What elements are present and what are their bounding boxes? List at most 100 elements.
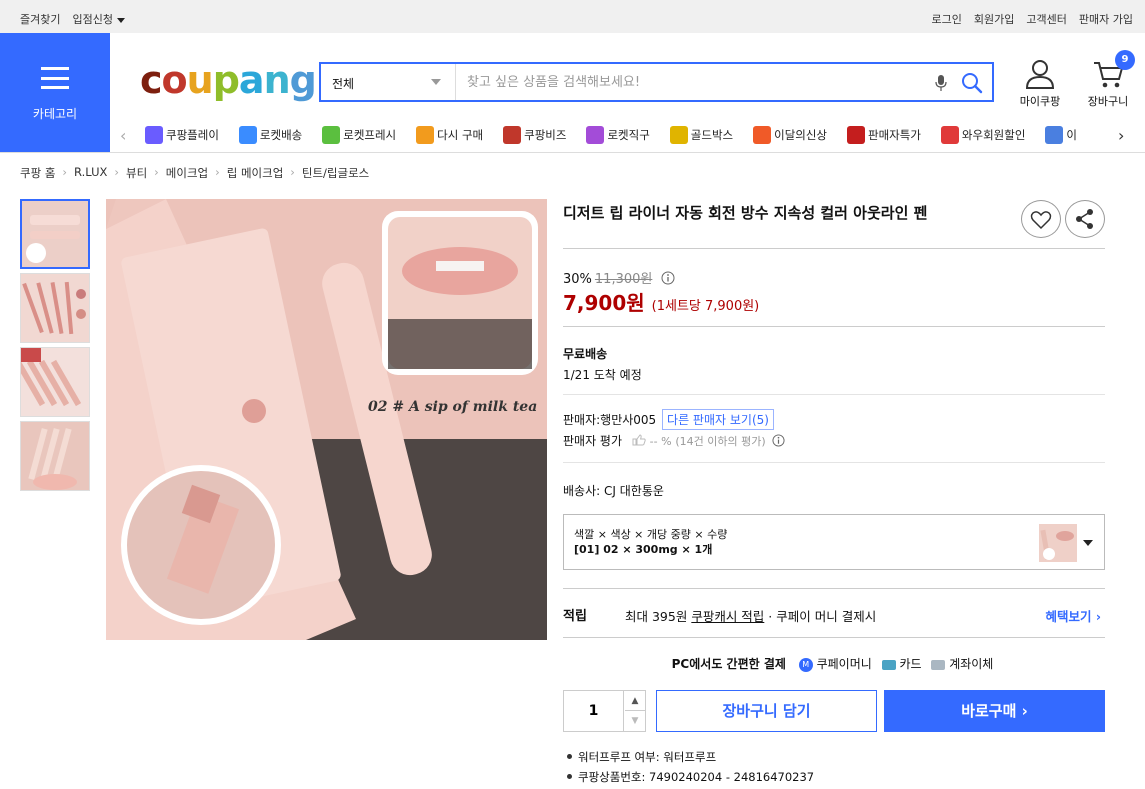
coupang-cash-link[interactable]: 쿠팡캐시 적립 <box>691 609 764 624</box>
divider <box>563 637 1105 638</box>
seller-rating-note: (14건 이하의 평가) <box>675 435 766 448</box>
chevron-down-icon <box>1083 540 1093 546</box>
breadcrumb-item[interactable]: 메이크업 <box>166 165 208 181</box>
breadcrumb-item[interactable]: 틴트/립글로스 <box>302 165 369 181</box>
payment-method: 쿠페이머니 <box>816 657 872 671</box>
option-value: [01] 02 × 300mg × 1개 <box>574 543 713 556</box>
percent-icon <box>847 126 866 144</box>
image-caption: 02 # A sip of milk tea <box>368 399 537 415</box>
customer-center-link[interactable]: 고객센터 <box>1026 11 1066 27</box>
option-select[interactable]: 색깔 × 색상 × 개당 중량 × 수량 [01] 02 × 300mg × 1… <box>563 514 1105 570</box>
info-icon[interactable] <box>661 271 675 285</box>
seller-signup-link[interactable]: 판매자 가입 <box>1079 11 1133 27</box>
top-bar: 즐겨찾기 입점신청 로그인 회원가입 고객센터 판매자 가입 <box>0 0 1145 33</box>
new-bag-icon <box>753 126 772 144</box>
shortcut-item[interactable]: 로켓프레시 <box>322 126 396 144</box>
quantity-stepper: ▲ ▼ <box>563 690 646 732</box>
hamburger-icon <box>41 67 69 89</box>
signup-link[interactable]: 회원가입 <box>974 11 1014 27</box>
shortcut-item[interactable]: 다시 구매 <box>416 126 483 144</box>
chevron-right-icon: › <box>154 165 159 179</box>
wishlist-button[interactable] <box>1021 200 1061 238</box>
shortcut-item[interactable]: 로켓배송 <box>238 126 303 144</box>
benefits-label: 혜택보기 <box>1045 609 1092 624</box>
carrier-name: CJ 대한통운 <box>604 484 664 498</box>
share-button[interactable] <box>1065 200 1105 238</box>
my-coupang-button[interactable]: 마이쿠팡 <box>1016 58 1064 109</box>
option-header: 색깔 × 색상 × 개당 중량 × 수량 <box>574 528 728 541</box>
shortcut-item[interactable]: 이달의신상 <box>753 126 827 144</box>
seller-name: 행만사005 <box>600 413 657 427</box>
header-divider <box>0 152 1145 153</box>
chevron-right-icon[interactable]: › <box>1118 126 1124 145</box>
attribute-item: 워터프루프 여부: 워터프루프 <box>563 749 814 765</box>
shortcut-item[interactable]: 쿠팡비즈 <box>503 126 566 144</box>
sale-price-row: 7,900원 (1세트당 7,900원) <box>563 287 759 316</box>
cart-button[interactable]: 9 장바구니 <box>1083 50 1135 109</box>
seller-apply-link[interactable]: 입점신청 <box>72 11 125 27</box>
chevron-left-icon[interactable]: ‹ <box>120 126 126 145</box>
breadcrumb-item[interactable]: 뷰티 <box>126 165 147 181</box>
original-price: 11,300원 <box>594 272 653 287</box>
product-attributes: 워터프루프 여부: 워터프루프 쿠팡상품번호: 7490240204 - 248… <box>563 749 814 789</box>
thumbnail-3[interactable] <box>20 347 90 417</box>
shortcut-item[interactable]: 로켓직구 <box>586 126 650 144</box>
search-input[interactable] <box>457 64 927 100</box>
shortcut-item[interactable]: 골드박스 <box>669 126 734 144</box>
thumbnail-4[interactable] <box>20 421 90 491</box>
chevron-right-icon: › <box>62 165 68 179</box>
shortcut-label: 로켓배송 <box>259 128 303 142</box>
breadcrumb-item[interactable]: 립 메이크업 <box>227 165 284 181</box>
thumbnail-1[interactable] <box>20 199 90 269</box>
chevron-down-icon[interactable]: ▼ <box>625 711 645 731</box>
chevron-up-icon[interactable]: ▲ <box>625 691 645 711</box>
search-category-select[interactable]: 전체 <box>321 64 456 100</box>
reward-text: 최대 395원 쿠팡캐시 적립 · 쿠페이 머니 결제시 <box>625 606 876 625</box>
arrival-date: 1/21 도착 예정 <box>563 368 642 382</box>
shortcut-item[interactable]: 판매자특가 <box>847 126 921 144</box>
coupang-logo[interactable]: coupang <box>140 58 317 102</box>
coupon-icon <box>1045 126 1064 144</box>
microphone-icon[interactable] <box>935 74 947 92</box>
shortcut-item[interactable]: 와우회원할인 <box>940 126 1025 144</box>
globe-rocket-icon <box>586 126 605 144</box>
thumbnail-2[interactable] <box>20 273 90 343</box>
quantity-input[interactable] <box>564 691 624 731</box>
carrier-label: 배송사: <box>563 484 601 498</box>
breadcrumb-item[interactable]: R.LUX <box>74 165 107 181</box>
seller-row: 판매자:행만사005 다른 판매자 보기(5) <box>563 409 774 430</box>
category-menu-button[interactable]: 카테고리 <box>0 33 110 152</box>
benefits-link[interactable]: 혜택보기 › <box>1045 606 1101 625</box>
product-main-image[interactable]: 02 # A sip of milk tea <box>106 199 547 640</box>
dropdown-arrow-icon <box>431 79 441 85</box>
shortcut-label: 로켓직구 <box>607 128 650 142</box>
search-icon[interactable] <box>961 72 983 94</box>
cart-label: 장바구니 <box>1087 95 1129 108</box>
divider <box>563 394 1105 395</box>
other-sellers-button[interactable]: 다른 판매자 보기(5) <box>662 409 774 430</box>
breadcrumb-item[interactable]: 쿠팡 홈 <box>20 165 55 181</box>
bookmark-link[interactable]: 즐겨찾기 <box>20 11 60 27</box>
shortcut-item[interactable]: 이 <box>1045 126 1077 144</box>
shortcut-item[interactable]: 쿠팡플레이 <box>145 126 219 144</box>
info-icon[interactable] <box>771 434 785 447</box>
login-link[interactable]: 로그인 <box>932 11 962 27</box>
discount-rate: 30% <box>563 272 592 287</box>
shipping-title: 무료배송 <box>563 347 608 361</box>
play-icon <box>145 126 163 144</box>
rocket-fresh-icon <box>322 126 341 144</box>
divider <box>563 588 1105 589</box>
shortcut-label: 판매자특가 <box>868 128 921 142</box>
buy-now-button[interactable]: 바로구매 › <box>884 690 1105 732</box>
share-icon <box>1076 209 1093 229</box>
add-to-cart-button[interactable]: 장바구니 담기 <box>656 690 877 732</box>
shortcut-label: 로켓프레시 <box>343 128 397 142</box>
gold-box-icon <box>669 126 688 144</box>
unit-price: (1세트당 7,900원) <box>651 299 760 314</box>
biz-icon <box>503 126 522 144</box>
divider <box>563 326 1105 327</box>
shortcut-label: 이달의신상 <box>774 128 828 142</box>
shortcut-label: 쿠팡플레이 <box>166 128 219 142</box>
wow-icon <box>940 126 959 144</box>
shortcut-label: 골드박스 <box>690 128 734 142</box>
